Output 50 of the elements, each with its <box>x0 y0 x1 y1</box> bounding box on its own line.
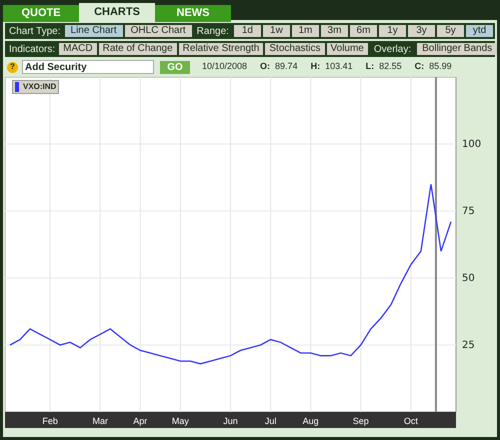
tab[interactable]: CHARTS <box>79 3 155 22</box>
x-tick-label: Mar <box>92 416 108 426</box>
x-tick-label: Jun <box>223 416 238 426</box>
stat-label: C: <box>414 60 424 74</box>
stat-value: 85.99 <box>429 60 452 74</box>
stat-label: L: <box>366 60 374 74</box>
overlay-label: Overlay: <box>372 42 412 56</box>
help-icon[interactable]: ? <box>7 62 18 72</box>
indicator-option[interactable]: Rate of Change <box>98 43 177 55</box>
range-option[interactable]: ytd <box>466 25 494 37</box>
legend-label: VXO:IND <box>23 81 56 93</box>
y-tick-label: 50 <box>462 273 475 284</box>
chart-type-option[interactable]: Line Chart <box>64 25 123 37</box>
range-option[interactable]: 1w <box>262 25 290 37</box>
chart-type-option[interactable]: OHLC Chart <box>124 25 192 37</box>
x-tick-label: Oct <box>404 416 418 426</box>
indicator-option[interactable]: Relative Strength <box>178 43 264 55</box>
quote-date: 10/10/2008 <box>202 60 248 74</box>
range-label: Range: <box>196 24 230 38</box>
x-tick-label: May <box>172 416 189 426</box>
indicator-option[interactable]: Stochastics <box>265 43 325 55</box>
stat-value: 103.41 <box>325 60 353 74</box>
indicator-option[interactable]: Volume <box>326 43 368 55</box>
tab[interactable]: NEWS <box>155 5 231 22</box>
indicators-label: Indicators: <box>8 42 56 56</box>
x-tick-label: Sep <box>352 416 369 426</box>
indicator-option[interactable]: MACD <box>59 43 97 55</box>
range-option[interactable]: 1y <box>379 25 406 37</box>
range-option[interactable]: 1d <box>234 25 261 37</box>
y-tick-label: 75 <box>462 206 475 217</box>
series-swatch <box>15 82 19 92</box>
overlay-option[interactable]: Bollinger Bands <box>417 43 498 55</box>
y-tick-label: 100 <box>462 139 482 150</box>
range-option[interactable]: 3y <box>408 25 436 37</box>
security-input[interactable]: Add Security <box>22 60 154 74</box>
stat-label: H: <box>310 60 320 74</box>
tab[interactable]: QUOTE <box>3 5 79 22</box>
stat-label: O: <box>260 60 270 74</box>
chart-type-label: Chart Type: <box>8 24 62 38</box>
x-tick-label: Feb <box>42 416 58 426</box>
x-tick-label: Aug <box>302 416 319 426</box>
stat-value: 89.74 <box>275 60 298 74</box>
range-option[interactable]: 6m <box>350 25 377 37</box>
range-option[interactable]: 3m <box>320 25 348 37</box>
stat-value: 82.55 <box>379 60 402 74</box>
range-option[interactable]: 1m <box>292 25 319 37</box>
range-option[interactable]: 5y <box>437 25 464 37</box>
x-tick-label: Apr <box>133 416 148 426</box>
x-tick-label: Jul <box>264 416 276 426</box>
y-tick-label: 25 <box>462 340 475 351</box>
